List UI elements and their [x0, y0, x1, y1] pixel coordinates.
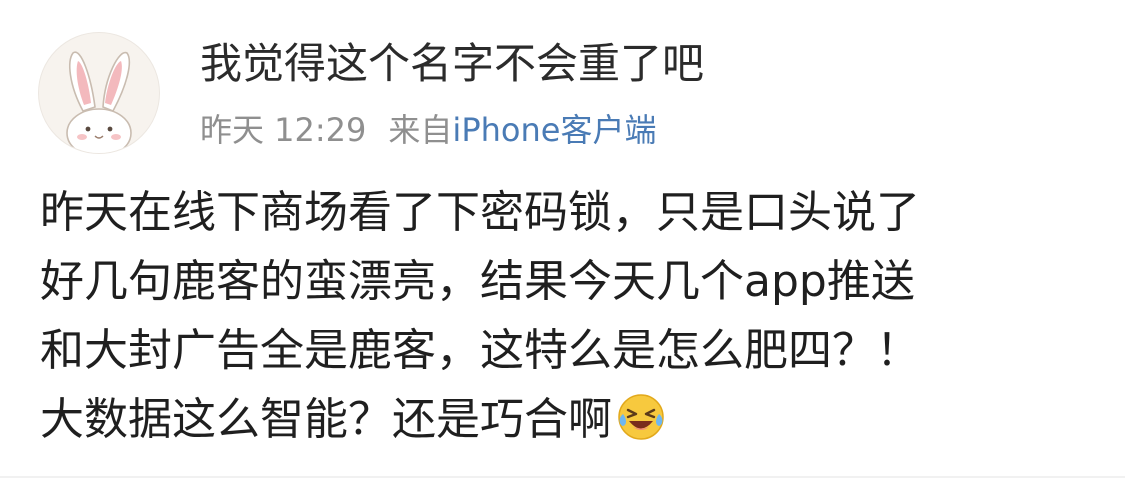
post-content: 昨天在线下商场看了下密码锁，只是口头说了 好几句鹿客的蛮漂亮，结果今天几个app…: [40, 178, 1090, 454]
content-line: 昨天在线下商场看了下密码锁，只是口头说了: [40, 187, 920, 238]
post-time: 昨天 12:29: [200, 111, 367, 149]
content-line-text: 大数据这么智能？还是巧合啊: [40, 394, 612, 445]
avatar[interactable]: [38, 32, 160, 154]
content-line: 好几句鹿客的蛮漂亮，结果今天几个app推送: [40, 256, 915, 307]
weibo-post: 我觉得这个名字不会重了吧 昨天 12:29 来自iPhone客户端 昨天在线下商场…: [0, 0, 1125, 478]
source-link[interactable]: iPhone客户端: [452, 111, 656, 149]
post-meta: 昨天 12:29 来自iPhone客户端: [200, 108, 656, 152]
source-prefix: 来自: [388, 111, 453, 149]
laugh-cry-emoji-icon: [618, 394, 664, 440]
content-line: 和大封广告全是鹿客，这特么是怎么肥四？！: [40, 325, 920, 376]
content-line-last: 大数据这么智能？还是巧合啊: [40, 385, 1090, 454]
username[interactable]: 我觉得这个名字不会重了吧: [200, 38, 704, 90]
bunny-avatar-icon: [66, 51, 132, 153]
